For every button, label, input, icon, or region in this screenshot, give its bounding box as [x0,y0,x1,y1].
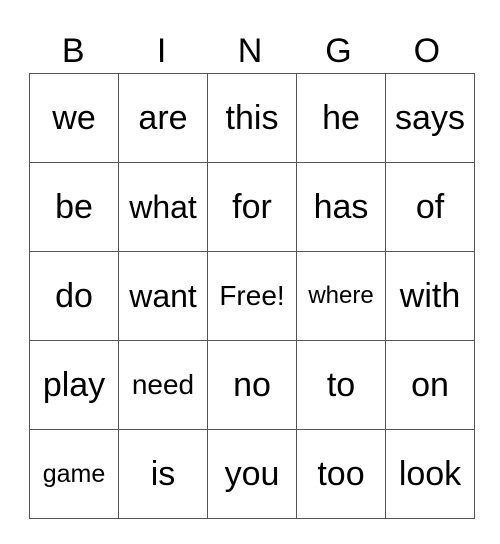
bingo-cell[interactable]: this [207,73,297,163]
bingo-cell[interactable]: he [296,73,386,163]
bingo-grid: we are this he says be what for has of d… [29,73,475,519]
header-letter: I [156,32,167,70]
bingo-cell[interactable]: with [385,251,475,341]
grid-row: we are this he says [29,73,475,163]
bingo-cell[interactable]: where [296,251,386,341]
bingo-cell[interactable]: want [118,251,208,341]
free-space-cell[interactable]: Free! [207,251,297,341]
header-letter: O [413,32,441,70]
bingo-cell[interactable]: what [118,162,208,252]
bingo-cell[interactable]: be [29,162,119,252]
header-letter: N [237,32,263,70]
grid-row: play need no to on [29,340,475,430]
grid-row: do want Free! where with [29,251,475,341]
bingo-cell[interactable]: on [385,340,475,430]
bingo-cell[interactable]: no [207,340,297,430]
bingo-cell[interactable]: to [296,340,386,430]
bingo-cell[interactable]: is [118,429,208,519]
bingo-header: B I N G O [29,30,471,72]
bingo-cell[interactable]: do [29,251,119,341]
bingo-cell[interactable]: we [29,73,119,163]
bingo-cell[interactable]: you [207,429,297,519]
bingo-cell[interactable]: says [385,73,475,163]
bingo-cell[interactable]: for [207,162,297,252]
header-letter: B [61,32,85,70]
grid-row: game is you too look [29,429,475,519]
header-letter: G [325,32,352,70]
bingo-cell[interactable]: are [118,73,208,163]
bingo-cell[interactable]: play [29,340,119,430]
bingo-cell[interactable]: game [29,429,119,519]
bingo-cell[interactable]: too [296,429,386,519]
bingo-cell[interactable]: need [118,340,208,430]
bingo-cell[interactable]: of [385,162,475,252]
bingo-cell[interactable]: look [385,429,475,519]
grid-row: be what for has of [29,162,475,252]
bingo-cell[interactable]: has [296,162,386,252]
